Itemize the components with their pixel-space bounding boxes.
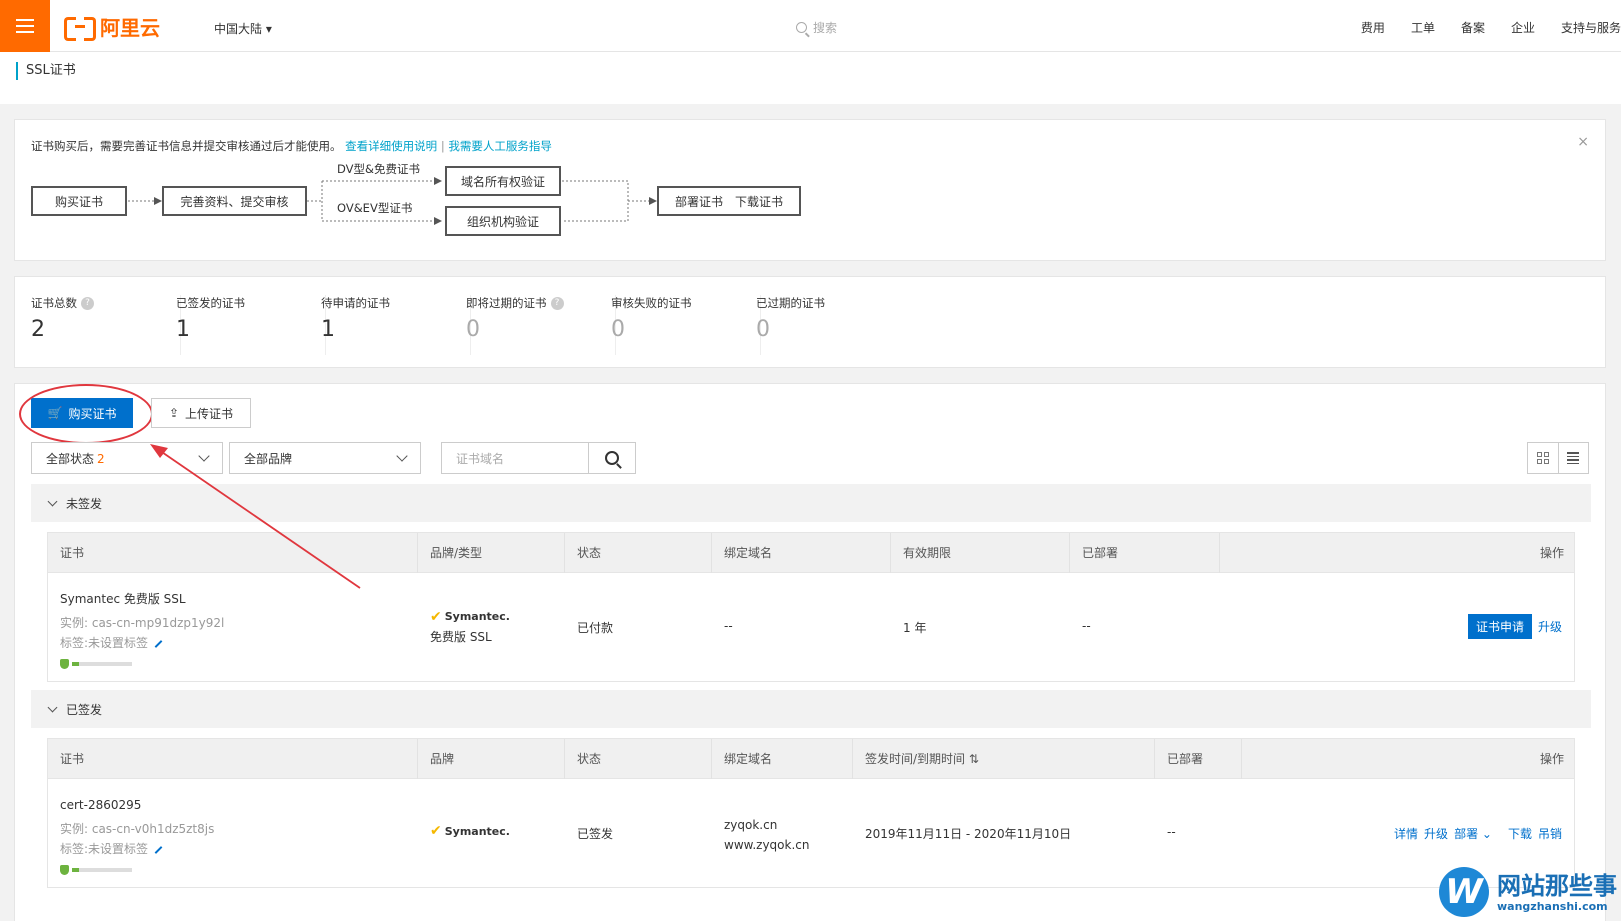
watermark-title: 网站那些事: [1497, 871, 1617, 900]
annotation-arrow: [150, 444, 361, 589]
site-watermark: W 网站那些事 wangzhanshi.com: [1439, 867, 1617, 917]
watermark-logo: W: [1439, 867, 1489, 917]
watermark-subtitle: wangzhanshi.com: [1497, 899, 1608, 913]
